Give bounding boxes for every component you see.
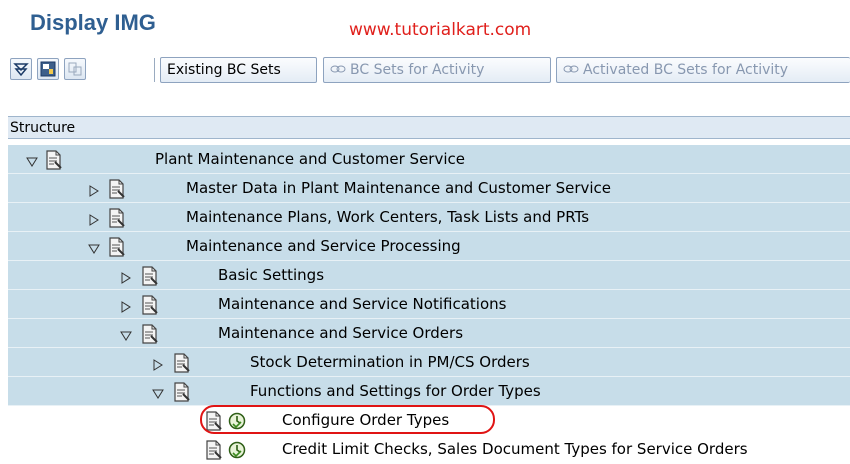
toolbar: Existing BC Sets BC Sets for Activity Ac… — [8, 56, 850, 88]
highlight-circle — [200, 405, 495, 434]
collapsed-triangle-icon[interactable] — [120, 298, 132, 313]
tree-node-notifications[interactable]: Maintenance and Service Notifications — [8, 290, 850, 319]
documentation-icon[interactable] — [141, 266, 159, 286]
existing-bc-sets-button[interactable]: Existing BC Sets — [160, 57, 317, 83]
tree-node-label: Credit Limit Checks, Sales Document Type… — [282, 440, 748, 458]
collapsed-triangle-icon[interactable] — [88, 182, 100, 197]
bc-sets-for-activity-button[interactable]: BC Sets for Activity — [323, 57, 551, 83]
bc-sets-for-activity-label: BC Sets for Activity — [350, 62, 485, 78]
documentation-icon[interactable] — [108, 237, 126, 257]
tree-node-maintenance-plans[interactable]: Maintenance Plans, Work Centers, Task Li… — [8, 203, 850, 232]
watermark-text: www.tutorialkart.com — [349, 20, 532, 40]
documentation-icon[interactable] — [45, 150, 63, 170]
expand-all-icon[interactable] — [10, 58, 32, 80]
execute-activity-icon[interactable] — [228, 441, 246, 459]
tree-node-credit-limit-checks[interactable]: Credit Limit Checks, Sales Document Type… — [8, 435, 850, 464]
tree-node-label: Master Data in Plant Maintenance and Cus… — [186, 179, 612, 197]
documentation-icon[interactable] — [141, 295, 159, 315]
tree-node-label: Basic Settings — [218, 266, 325, 284]
toolbar-separator — [154, 58, 155, 82]
tree-node-service-orders[interactable]: Maintenance and Service Orders — [8, 319, 850, 348]
expanded-triangle-icon[interactable] — [152, 385, 164, 399]
tree-node-label: Plant Maintenance and Customer Service — [155, 150, 465, 168]
tree-node-label: Maintenance and Service Orders — [218, 324, 464, 342]
existing-bc-sets-label: Existing BC Sets — [167, 62, 281, 78]
activated-bc-sets-label: Activated BC Sets for Activity — [583, 62, 789, 78]
collapsed-triangle-icon[interactable] — [120, 269, 132, 284]
documentation-icon[interactable] — [205, 440, 223, 460]
find-icon[interactable] — [37, 58, 59, 80]
tree-node-label: Maintenance Plans, Work Centers, Task Li… — [186, 208, 590, 226]
tree-node-stock-determination[interactable]: Stock Determination in PM/CS Orders — [8, 348, 850, 377]
structure-header: Structure — [8, 116, 850, 139]
chain-link-icon — [563, 59, 579, 73]
tree-node-plant-maintenance[interactable]: Plant Maintenance and Customer Service — [8, 145, 850, 174]
chain-link-icon — [330, 59, 346, 73]
expanded-triangle-icon[interactable] — [88, 240, 100, 254]
tree-node-label: Maintenance and Service Notifications — [218, 295, 507, 313]
tree-node-master-data[interactable]: Master Data in Plant Maintenance and Cus… — [8, 174, 850, 203]
documentation-icon[interactable] — [173, 382, 191, 402]
disabled-icon[interactable] — [64, 58, 86, 80]
expanded-triangle-icon[interactable] — [120, 327, 132, 341]
tree-node-label: Maintenance and Service Processing — [186, 237, 461, 255]
page-title: Display IMG — [30, 10, 156, 35]
documentation-icon[interactable] — [108, 208, 126, 228]
tree-node-label: Stock Determination in PM/CS Orders — [250, 353, 530, 371]
tree-node-service-processing[interactable]: Maintenance and Service Processing — [8, 232, 850, 261]
tree-node-basic-settings[interactable]: Basic Settings — [8, 261, 850, 290]
expanded-triangle-icon[interactable] — [26, 153, 38, 167]
activated-bc-sets-button[interactable]: Activated BC Sets for Activity — [556, 57, 850, 83]
tree-node-label: Functions and Settings for Order Types — [250, 382, 541, 400]
collapsed-triangle-icon[interactable] — [88, 211, 100, 226]
documentation-icon[interactable] — [108, 179, 126, 199]
tree-node-order-types-settings[interactable]: Functions and Settings for Order Types — [8, 377, 850, 406]
documentation-icon[interactable] — [173, 353, 191, 373]
collapsed-triangle-icon[interactable] — [152, 356, 164, 371]
documentation-icon[interactable] — [141, 324, 159, 344]
